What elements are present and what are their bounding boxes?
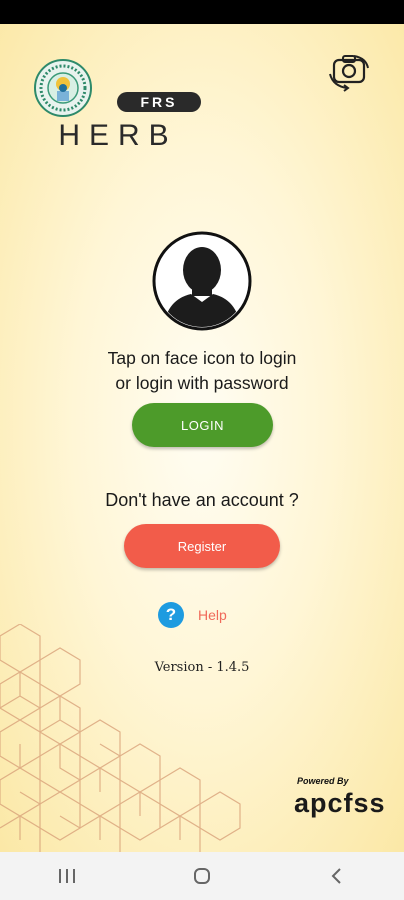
- login-prompt-line1: Tap on face icon to login: [107, 348, 297, 368]
- frs-badge: FRS: [117, 92, 201, 112]
- apcfss-logo: apcfss: [294, 788, 386, 818]
- recent-apps-button[interactable]: [37, 856, 97, 896]
- decorative-cube-pattern: [0, 624, 241, 852]
- status-bar: [0, 0, 404, 24]
- help-label[interactable]: Help: [198, 607, 227, 623]
- register-button[interactable]: Register: [124, 524, 280, 568]
- state-emblem-icon: [34, 59, 92, 117]
- login-prompt-line2: or login with password: [115, 373, 289, 393]
- frs-badge-text: FRS: [141, 94, 178, 110]
- camera-switch-icon[interactable]: [327, 52, 371, 92]
- system-nav-bar: [0, 852, 404, 900]
- herb-logo: HERB: [58, 119, 177, 149]
- back-icon: [331, 868, 341, 884]
- home-button[interactable]: [172, 856, 232, 896]
- home-icon: [193, 868, 210, 884]
- no-account-text: Don't have an account ?: [105, 490, 299, 510]
- apcfss-logo-text: apcfss: [294, 788, 386, 818]
- login-prompt: Tap on face icon to login or login with …: [40, 346, 364, 396]
- login-button[interactable]: LOGIN: [132, 403, 273, 447]
- back-button[interactable]: [307, 856, 367, 896]
- login-screen: FRS HERB Tap on face icon to login or lo…: [0, 24, 404, 852]
- face-login-button[interactable]: [151, 230, 253, 332]
- recent-apps-icon: [59, 869, 76, 883]
- herb-logo-text: HERB: [58, 119, 177, 149]
